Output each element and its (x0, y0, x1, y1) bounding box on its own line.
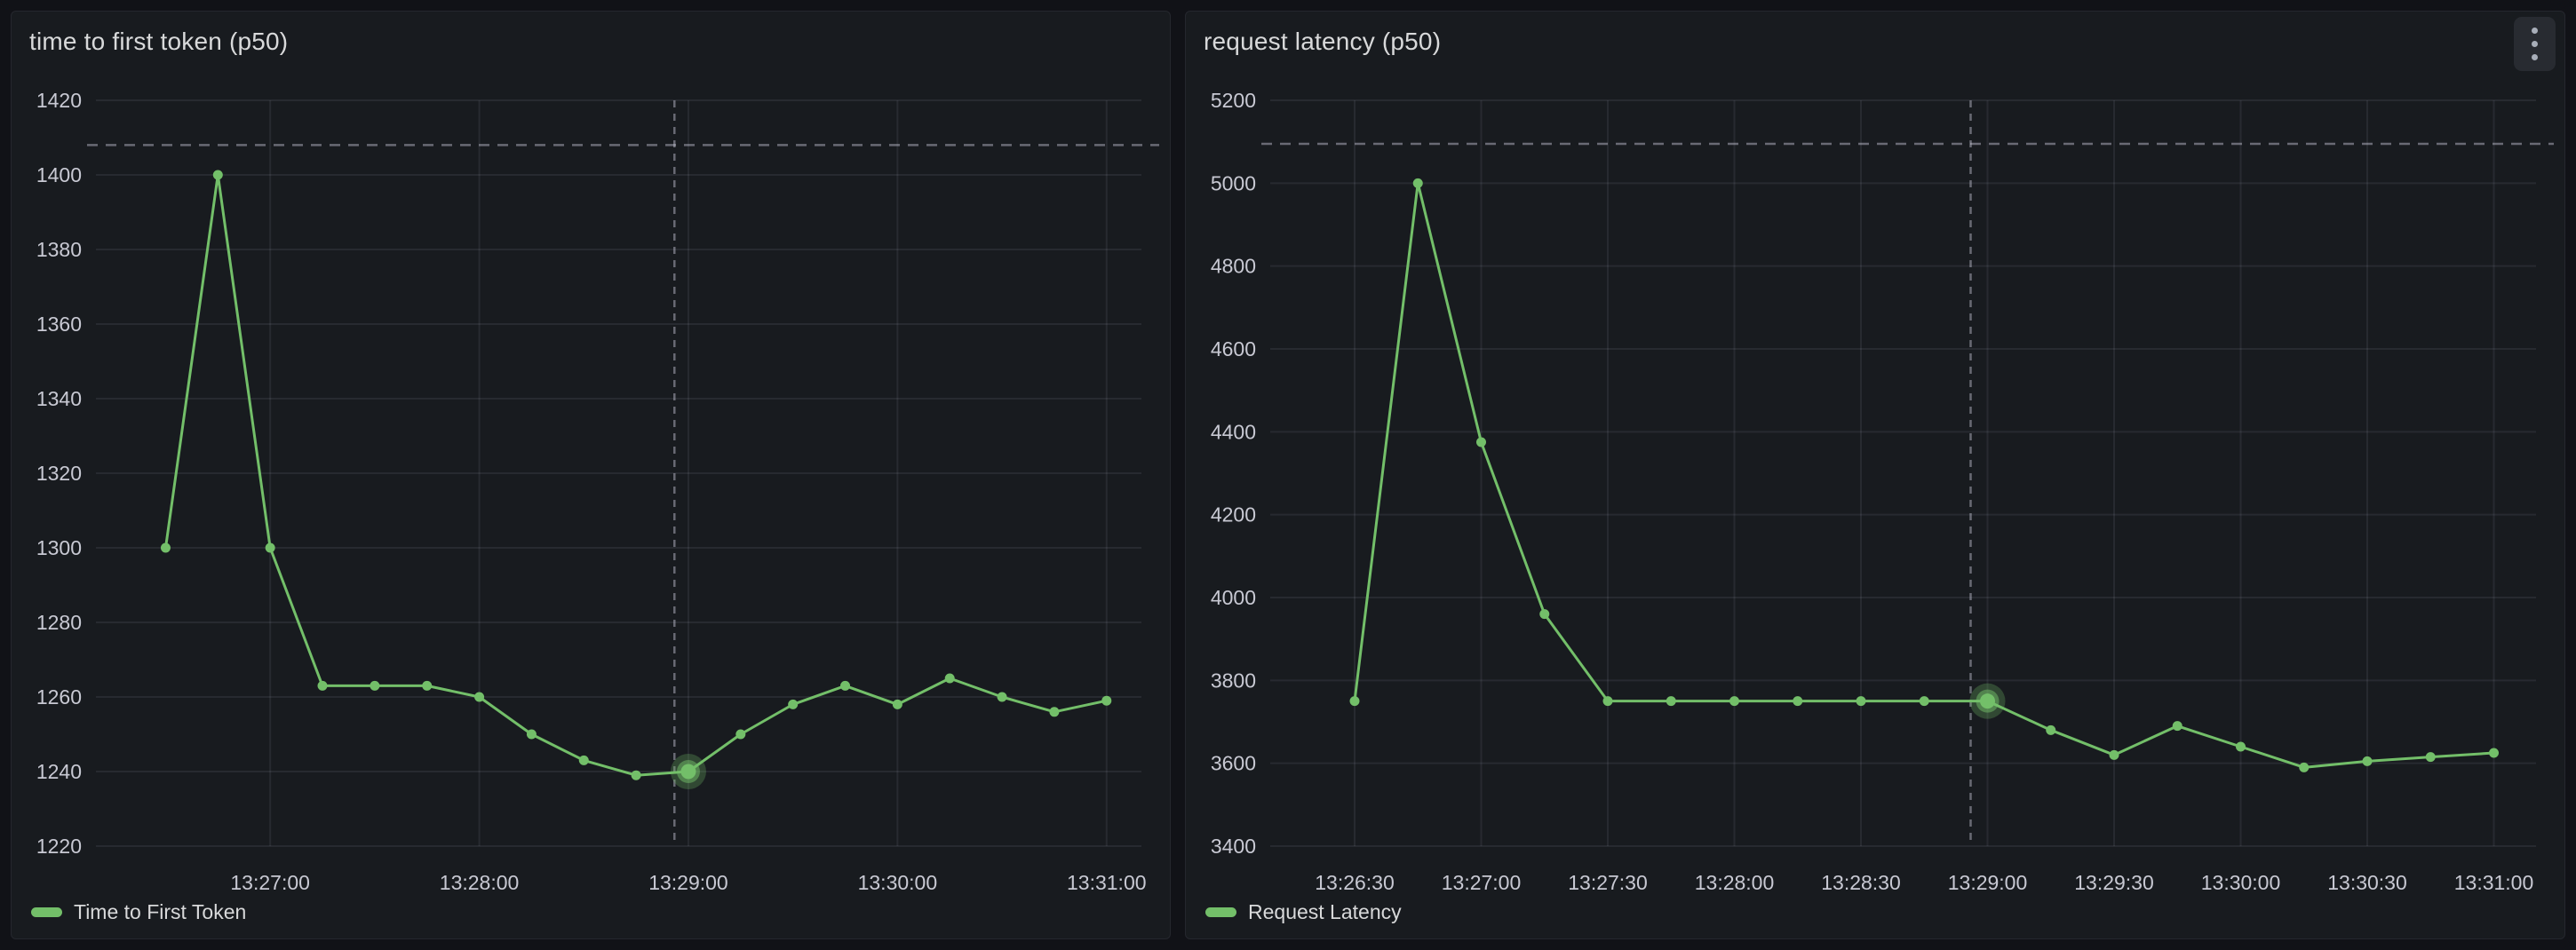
dashboard: { "colors": { "page_bg": "#111217", "pan… (0, 0, 2576, 950)
svg-text:13:28:00: 13:28:00 (440, 871, 520, 894)
svg-text:13:28:30: 13:28:30 (1821, 871, 1901, 894)
latency-chart[interactable]: 13:26:30 13:27:00 13:27:30 13:28:00 13:28:30… (1186, 12, 2564, 938)
series-points (161, 170, 1111, 780)
crosshair (1261, 100, 2554, 846)
svg-text:13:29:30: 13:29:30 (2074, 871, 2154, 894)
panel-title: time to first token (p50) (29, 28, 288, 56)
svg-text:13:30:00: 13:30:00 (858, 871, 938, 894)
svg-text:1260: 1260 (36, 685, 82, 709)
highlighted-point (1970, 684, 2006, 719)
kebab-menu-icon (2532, 28, 2538, 34)
legend-item-time-to-first-token[interactable]: Time to First Token (31, 900, 246, 924)
svg-text:3400: 3400 (1211, 835, 1256, 858)
svg-text:1320: 1320 (36, 462, 82, 485)
svg-text:3800: 3800 (1211, 669, 1256, 692)
legend-series-swatch (31, 907, 62, 917)
svg-text:13:29:00: 13:29:00 (648, 871, 728, 894)
legend-series-swatch (1205, 907, 1236, 917)
panel-time-to-first-token: time to first token (p50) 13:27:00 13:28:… (11, 11, 1171, 939)
ttft-chart[interactable]: 13:27:00 13:28:00 13:29:00 13:30:00 13:31:00… (12, 12, 1170, 938)
svg-text:1380: 1380 (36, 238, 82, 261)
series-points (1350, 178, 2500, 772)
kebab-menu-icon (2532, 41, 2538, 47)
series-line (165, 175, 1106, 775)
legend: Time to First Token (31, 900, 246, 924)
svg-text:4400: 4400 (1211, 420, 1256, 443)
svg-text:13:27:00: 13:27:00 (1442, 871, 1522, 894)
svg-text:3600: 3600 (1211, 752, 1256, 775)
svg-text:4000: 4000 (1211, 586, 1256, 609)
panel-menu-button[interactable] (2514, 17, 2556, 71)
svg-text:4800: 4800 (1211, 255, 1256, 278)
svg-text:1220: 1220 (36, 835, 82, 858)
panel-request-latency: request latency (p50) 13:26:3013:27:0013… (1185, 11, 2565, 939)
panel-title: request latency (p50) (1204, 28, 1441, 56)
svg-text:5000: 5000 (1211, 171, 1256, 194)
svg-text:1420: 1420 (36, 89, 82, 112)
svg-text:13:27:30: 13:27:30 (1568, 871, 1648, 894)
svg-text:13:30:00: 13:30:00 (2201, 871, 2281, 894)
svg-text:13:28:00: 13:28:00 (1695, 871, 1775, 894)
svg-text:1340: 1340 (36, 387, 82, 410)
grid (96, 100, 1141, 846)
svg-text:13:26:30: 13:26:30 (1315, 871, 1395, 894)
grid (1270, 100, 2536, 846)
svg-text:1280: 1280 (36, 611, 82, 634)
svg-text:13:29:00: 13:29:00 (1948, 871, 2028, 894)
svg-text:4600: 4600 (1211, 337, 1256, 360)
svg-text:13:27:00: 13:27:00 (230, 871, 310, 894)
svg-text:1360: 1360 (36, 313, 82, 336)
svg-text:13:30:30: 13:30:30 (2327, 871, 2407, 894)
legend-item-request-latency[interactable]: Request Latency (1205, 900, 1402, 924)
legend: Request Latency (1205, 900, 1402, 924)
axis-labels: 13:26:30 13:27:00 13:27:30 13:28:00 13:28:30… (1211, 89, 2533, 894)
svg-text:4200: 4200 (1211, 503, 1256, 526)
svg-text:1240: 1240 (36, 760, 82, 783)
svg-text:1300: 1300 (36, 536, 82, 559)
legend-series-label: Request Latency (1248, 900, 1402, 924)
highlighted-point (671, 754, 706, 789)
svg-text:13:31:00: 13:31:00 (1067, 871, 1147, 894)
kebab-menu-icon (2532, 54, 2538, 60)
svg-text:13:31:00: 13:31:00 (2454, 871, 2534, 894)
legend-series-label: Time to First Token (74, 900, 246, 924)
axis-labels: 13:27:00 13:28:00 13:29:00 13:30:00 13:31:00… (36, 89, 1147, 894)
svg-text:5200: 5200 (1211, 89, 1256, 112)
svg-text:1400: 1400 (36, 163, 82, 186)
